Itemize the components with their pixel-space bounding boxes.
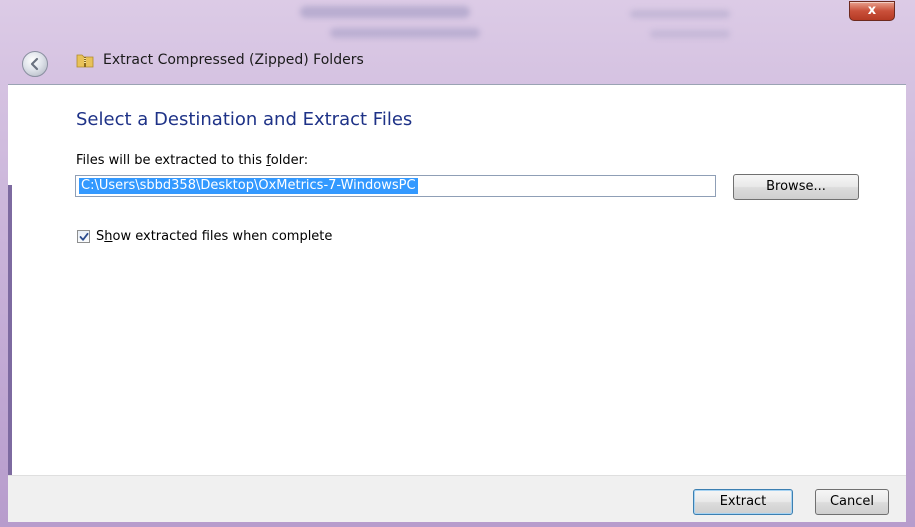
frame-edge: [8, 185, 12, 475]
back-arrow-icon: [30, 57, 39, 71]
extract-button[interactable]: Extract: [693, 489, 793, 515]
background-blur: [650, 30, 730, 38]
show-files-checkbox[interactable]: [77, 230, 90, 243]
cancel-button[interactable]: Cancel: [815, 489, 889, 515]
destination-label: Files will be extracted to this folder:: [76, 153, 308, 168]
window-title: Extract Compressed (Zipped) Folders: [103, 52, 364, 68]
background-blur: [300, 6, 470, 18]
close-icon: x: [867, 3, 877, 18]
destination-label-text-end: older:: [270, 153, 309, 168]
checkmark-icon: [79, 232, 89, 241]
destination-label-text: Files will be extracted to this: [76, 153, 267, 168]
destination-path-input[interactable]: C:\Users\sbbd358\Desktop\OxMetrics-7-Win…: [75, 175, 716, 197]
back-button[interactable]: [22, 51, 48, 77]
close-button[interactable]: x: [849, 1, 895, 21]
background-blur: [330, 28, 480, 38]
page-title: Select a Destination and Extract Files: [76, 109, 413, 130]
browse-button[interactable]: Browse...: [733, 174, 859, 200]
dialog-content: Select a Destination and Extract Files F…: [8, 84, 906, 476]
zip-folder-icon: [76, 54, 94, 68]
background-blur: [630, 10, 730, 18]
destination-path-value: C:\Users\sbbd358\Desktop\OxMetrics-7-Win…: [79, 178, 418, 194]
show-files-label-end: ow extracted files when complete: [112, 229, 333, 244]
show-files-label-accel: h: [104, 229, 113, 244]
dialog-footer: Extract Cancel: [8, 475, 906, 522]
show-files-label: Show extracted files when complete: [96, 229, 332, 244]
